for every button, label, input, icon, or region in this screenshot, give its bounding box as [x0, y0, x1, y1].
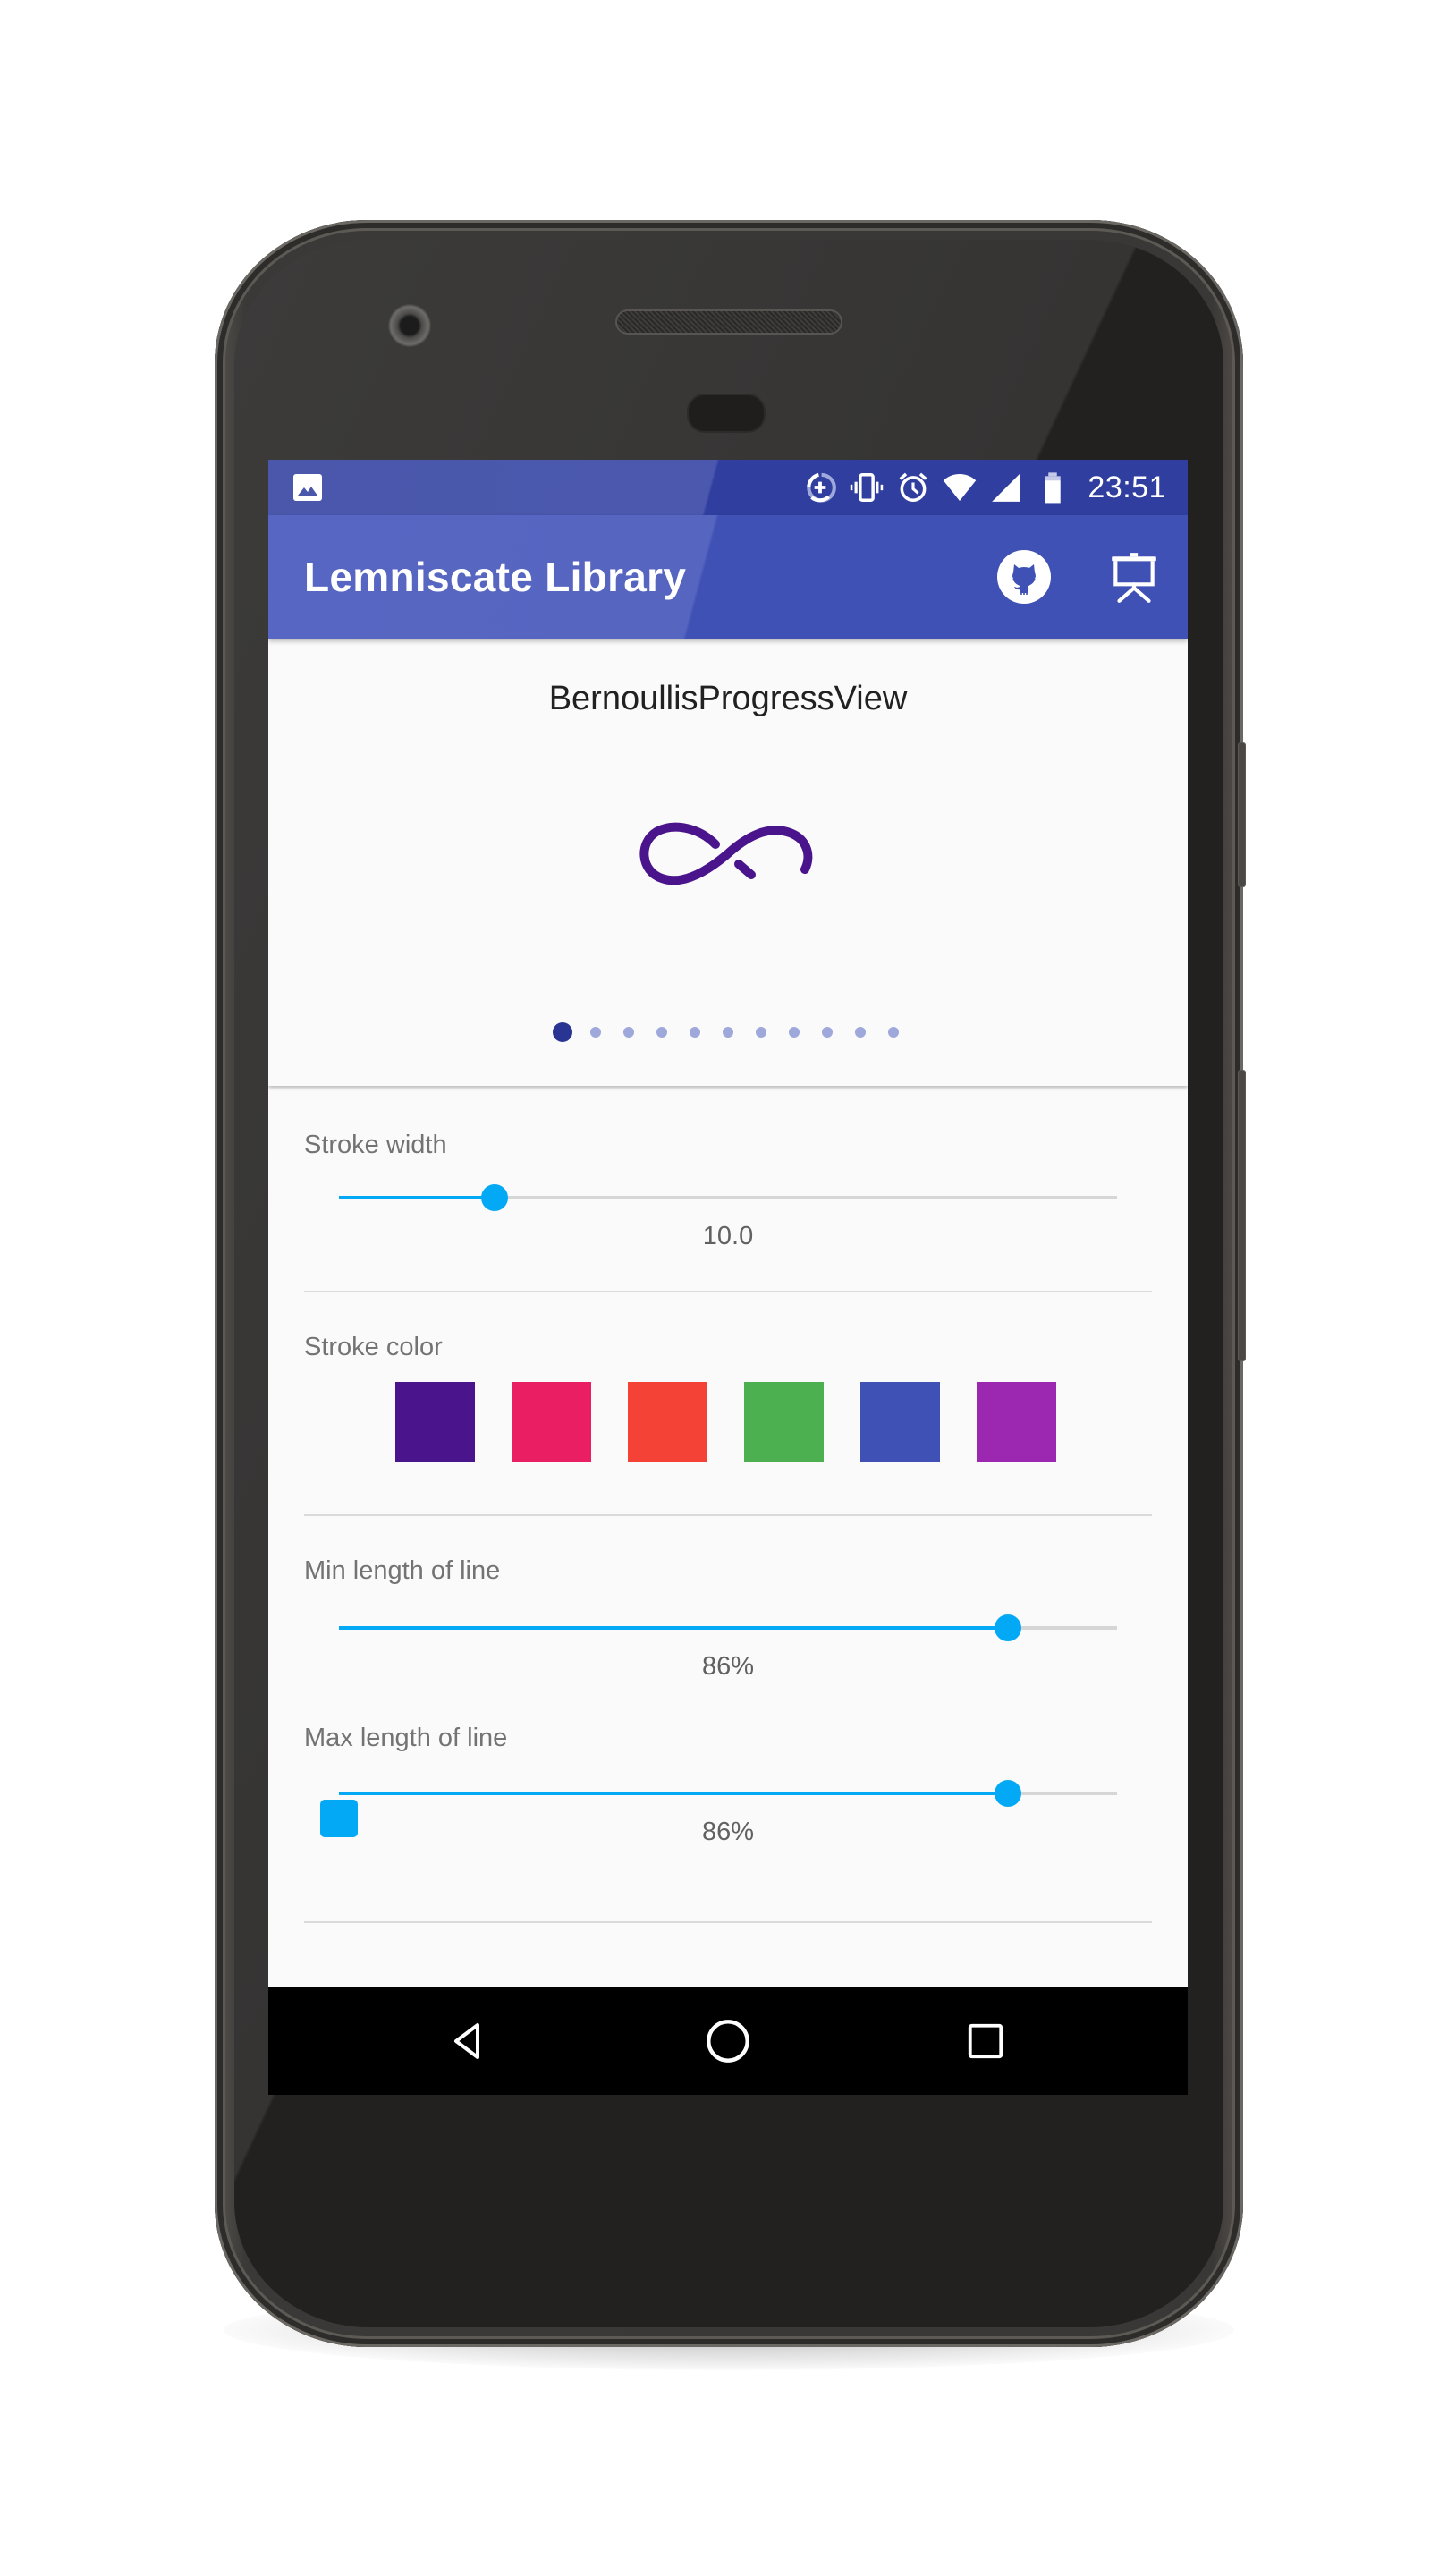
color-swatch[interactable]	[395, 1382, 475, 1462]
min-length-label: Min length of line	[304, 1556, 501, 1585]
slider-fill	[339, 1626, 1009, 1630]
slider-fill	[339, 1792, 1009, 1795]
front-camera	[388, 304, 431, 347]
vibrate-icon	[851, 473, 884, 502]
pager-dot-mark	[590, 1027, 601, 1038]
stroke-color-swatches	[395, 1382, 1056, 1462]
app-title: Lemniscate Library	[304, 554, 687, 600]
presentation-button[interactable]	[1096, 544, 1172, 610]
max-length-slider[interactable]	[339, 1775, 1117, 1811]
pager-dot[interactable]	[646, 1021, 679, 1043]
max-length-value: 86%	[701, 1818, 755, 1846]
pager-dot[interactable]	[580, 1021, 613, 1043]
pager-dot-mark	[822, 1027, 833, 1038]
home-button[interactable]	[690, 2004, 766, 2079]
pager-dot[interactable]	[811, 1021, 844, 1043]
section-divider	[304, 1291, 1152, 1292]
stroke-width-label: Stroke width	[304, 1131, 447, 1159]
pager-dot-mark	[553, 1022, 572, 1042]
data-saver-icon	[807, 472, 837, 503]
min-length-slider[interactable]	[339, 1610, 1117, 1646]
color-swatch[interactable]	[977, 1382, 1056, 1462]
navigation-bar	[268, 1987, 1188, 2095]
back-button[interactable]	[431, 2004, 506, 2079]
pager-indicator	[268, 1021, 1188, 1043]
pager-dot[interactable]	[778, 1021, 811, 1043]
volume-button	[1238, 1070, 1246, 1361]
phone-screen: 23:51 Lemniscate Library BernoullisProgr…	[268, 460, 1188, 2095]
wifi-icon	[944, 473, 977, 502]
recents-square-icon	[968, 2023, 1003, 2059]
pager-dot-mark	[723, 1027, 733, 1038]
alarm-icon	[900, 472, 927, 502]
pager-dot[interactable]	[877, 1021, 910, 1043]
github-icon	[997, 550, 1051, 604]
pager-dot[interactable]	[844, 1021, 877, 1043]
color-swatch[interactable]	[744, 1382, 824, 1462]
pager-dot[interactable]	[745, 1021, 778, 1043]
slider-thumb[interactable]	[481, 1184, 508, 1211]
section-divider	[304, 1514, 1152, 1516]
pager-dot-mark	[855, 1027, 866, 1038]
slider-thumb[interactable]	[995, 1614, 1022, 1641]
pager-dot-mark	[756, 1027, 766, 1038]
stroke-width-value: 10.0	[702, 1222, 754, 1250]
pager-dot-mark	[623, 1027, 634, 1038]
slider-thumb[interactable]	[995, 1780, 1022, 1807]
presentation-icon	[1112, 553, 1156, 603]
pager-dot[interactable]	[679, 1021, 712, 1043]
home-circle-icon	[707, 2020, 749, 2063]
cell-signal-icon	[992, 473, 1021, 502]
demo-title: BernoullisProgressView	[548, 680, 908, 717]
status-bar: 23:51	[268, 460, 1188, 515]
pager-dot-mark	[690, 1027, 700, 1038]
stroke-width-slider[interactable]	[339, 1180, 1117, 1216]
pager-dot-mark	[888, 1027, 899, 1038]
lemniscate-main-stroke	[639, 822, 813, 886]
power-button	[1238, 742, 1246, 887]
back-triangle-icon	[454, 2023, 479, 2059]
color-swatch[interactable]	[628, 1382, 707, 1462]
earpiece-speaker	[615, 309, 842, 335]
proximity-sensor	[687, 394, 766, 433]
section-divider	[304, 1921, 1152, 1923]
stroke-color-label: Stroke color	[304, 1333, 443, 1361]
github-button[interactable]	[991, 544, 1057, 610]
checkbox-row[interactable]	[320, 1800, 374, 1837]
slider-fill	[339, 1196, 495, 1199]
pager-dot[interactable]	[546, 1021, 580, 1043]
lemniscate-tail-stroke	[734, 860, 756, 879]
max-length-label: Max length of line	[304, 1724, 508, 1752]
color-swatch[interactable]	[512, 1382, 591, 1462]
pager-dot[interactable]	[613, 1021, 646, 1043]
app-toolbar: Lemniscate Library	[268, 515, 1188, 639]
recents-button[interactable]	[948, 2004, 1023, 2079]
min-length-value: 86%	[701, 1652, 755, 1681]
pager-dot[interactable]	[712, 1021, 745, 1043]
status-icons: 23:51	[803, 460, 1166, 515]
pager-dot-mark	[656, 1027, 667, 1038]
image-notification-icon	[293, 474, 322, 501]
status-time: 23:51	[1088, 470, 1166, 504]
bernoullis-progress-view	[639, 822, 813, 886]
demo-card: BernoullisProgressView	[268, 639, 1188, 1086]
pager-dot-mark	[789, 1027, 800, 1038]
color-swatch[interactable]	[860, 1382, 940, 1462]
battery-icon	[1045, 472, 1062, 504]
checkbox[interactable]	[320, 1800, 358, 1837]
